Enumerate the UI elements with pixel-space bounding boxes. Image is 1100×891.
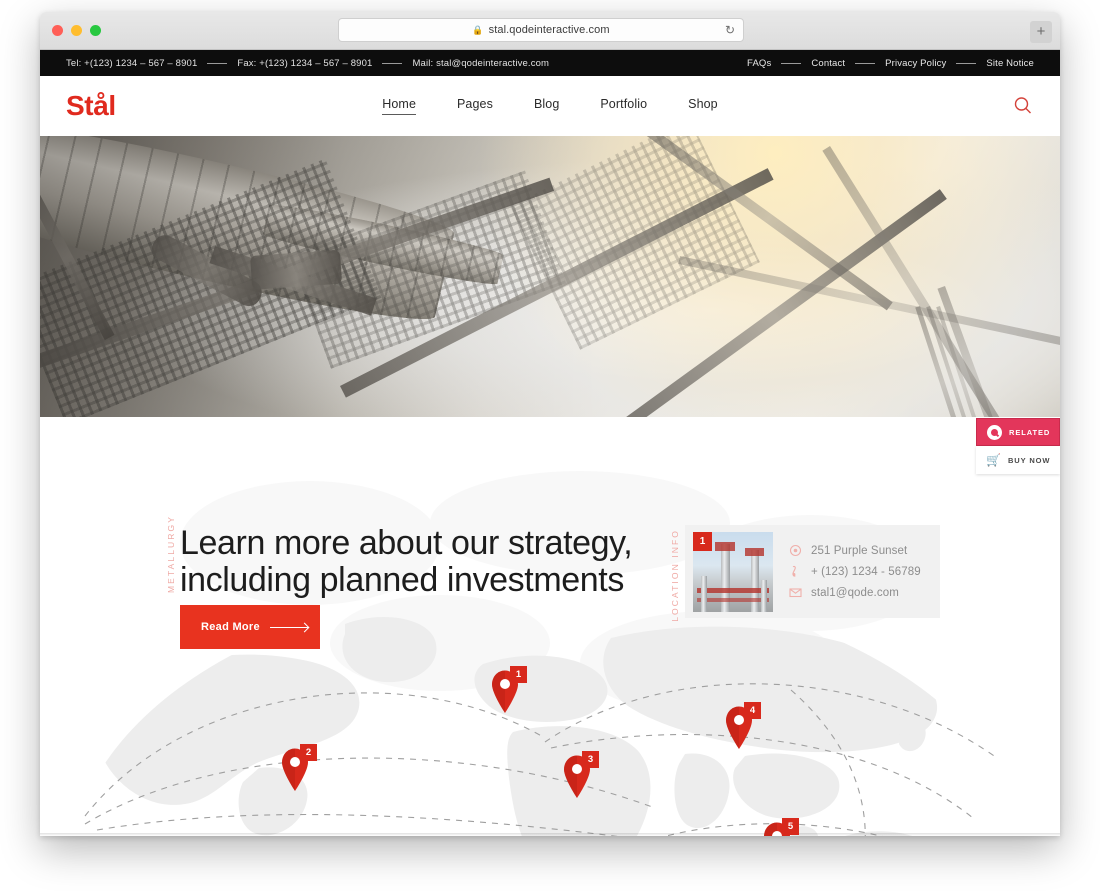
map-pin-3[interactable]: 3 — [561, 751, 599, 798]
topbar-divider — [855, 62, 876, 64]
map-pin-2[interactable]: 2 — [279, 744, 317, 791]
topbar-mail[interactable]: Mail: stal@qodeinteractive.com — [412, 58, 549, 69]
nav-item-blog[interactable]: Blog — [534, 97, 559, 115]
reload-icon[interactable]: ↻ — [725, 23, 735, 37]
nav-item-shop[interactable]: Shop — [688, 97, 718, 115]
location-details: 251 Purple Sunset + (123) 1234 - 56789 s… — [789, 540, 921, 603]
map-pin-icon — [789, 544, 802, 557]
nav-item-pages[interactable]: Pages — [457, 97, 493, 115]
related-widget-button[interactable]: RELATED — [976, 418, 1060, 446]
new-tab-button[interactable]: + — [1030, 21, 1052, 43]
top-contact-bar: Tel: +(123) 1234 – 567 – 8901 Fax: +(123… — [40, 50, 1060, 76]
strategy-section: METALLURGY LOCATION INFO Learn more abou… — [40, 417, 1060, 836]
heading-line-1: Learn more about our strategy, — [180, 524, 633, 562]
hero-overlay — [40, 136, 1060, 417]
site-header: Stål Home Pages Blog Portfolio Shop — [40, 76, 1060, 136]
topbar-link-faqs[interactable]: FAQs — [747, 58, 771, 69]
topbar-divider — [781, 62, 802, 64]
search-icon[interactable] — [1012, 95, 1034, 117]
address-bar[interactable]: 🔒 stal.qodeinteractive.com ↻ — [338, 18, 744, 42]
map-pin-5-number: 5 — [782, 818, 799, 835]
read-more-label: Read More — [201, 621, 260, 633]
site-logo[interactable]: Stål — [66, 92, 116, 120]
minimize-window-button[interactable] — [71, 25, 82, 36]
lock-icon: 🔒 — [472, 24, 484, 35]
site-viewport: Tel: +(123) 1234 – 567 – 8901 Fax: +(123… — [40, 50, 1060, 836]
page-title: Learn more about our strategy, including… — [180, 525, 680, 598]
topbar-divider — [956, 62, 977, 64]
read-more-button[interactable]: Read More — [180, 605, 320, 649]
browser-window: 🔒 stal.qodeinteractive.com ↻ + Tel: +(12… — [40, 12, 1060, 836]
location-email-row: stal1@qode.com — [789, 582, 921, 603]
cart-icon: 🛒 — [986, 453, 1001, 467]
map-pin-4-number: 4 — [744, 702, 761, 719]
phone-icon — [789, 565, 802, 578]
location-info-card[interactable]: 1 251 Purple Sunset + (123) 1234 - 56789… — [685, 525, 940, 618]
url-text: stal.qodeinteractive.com — [488, 24, 610, 36]
page-bottom-edge — [40, 833, 1060, 836]
location-thumbnail: 1 — [693, 532, 773, 612]
map-pin-5[interactable]: 5 — [761, 818, 799, 836]
maximize-window-button[interactable] — [90, 25, 101, 36]
topbar-tel: Tel: +(123) 1234 – 567 – 8901 — [66, 57, 198, 69]
nav-item-home[interactable]: Home — [382, 97, 416, 115]
map-pin-4[interactable]: 4 — [723, 702, 761, 749]
arrow-right-icon — [269, 626, 308, 628]
hero-banner — [40, 136, 1060, 417]
location-phone-text: + (123) 1234 - 56789 — [811, 565, 921, 578]
topbar-divider — [207, 62, 228, 64]
topbar-fax: Fax: +(123) 1234 – 567 – 8901 — [237, 57, 373, 69]
map-pin-3-number: 3 — [582, 751, 599, 768]
topbar-divider — [382, 62, 403, 64]
main-navigation: Home Pages Blog Portfolio Shop — [40, 97, 1060, 115]
metallurgy-side-label: METALLURGY — [166, 515, 176, 593]
close-window-button[interactable] — [52, 25, 63, 36]
strategy-heading-block: Learn more about our strategy, including… — [180, 525, 680, 598]
buy-now-widget-button[interactable]: 🛒 BUY NOW — [976, 446, 1060, 474]
location-address-text: 251 Purple Sunset — [811, 544, 908, 557]
location-phone-row: + (123) 1234 - 56789 — [789, 561, 921, 582]
browser-chrome: 🔒 stal.qodeinteractive.com ↻ + — [40, 12, 1060, 50]
location-badge: 1 — [693, 532, 712, 551]
topbar-links-group: FAQs Contact Privacy Policy Site Notice — [747, 58, 1034, 69]
location-email-text: stal1@qode.com — [811, 586, 899, 599]
mail-icon — [789, 586, 802, 599]
window-traffic-lights — [52, 25, 101, 36]
world-landmasses — [93, 617, 947, 836]
related-widget-label: RELATED — [1009, 427, 1051, 437]
topbar-contact-group: Tel: +(123) 1234 – 567 – 8901 Fax: +(123… — [66, 58, 549, 69]
nav-item-portfolio[interactable]: Portfolio — [600, 97, 647, 115]
buy-now-widget-label: BUY NOW — [1007, 455, 1051, 465]
topbar-link-site-notice[interactable]: Site Notice — [986, 58, 1034, 69]
floating-side-widgets: RELATED 🛒 BUY NOW — [976, 418, 1060, 474]
map-pin-1[interactable]: 1 — [489, 666, 527, 713]
topbar-link-contact[interactable]: Contact — [811, 58, 845, 69]
heading-line-2: including planned investments — [180, 560, 624, 599]
topbar-link-privacy-policy[interactable]: Privacy Policy — [885, 58, 946, 69]
qode-logo-icon — [987, 424, 1002, 440]
map-pin-2-number: 2 — [300, 744, 317, 761]
location-address-row: 251 Purple Sunset — [789, 540, 921, 561]
map-pin-1-number: 1 — [510, 666, 527, 683]
